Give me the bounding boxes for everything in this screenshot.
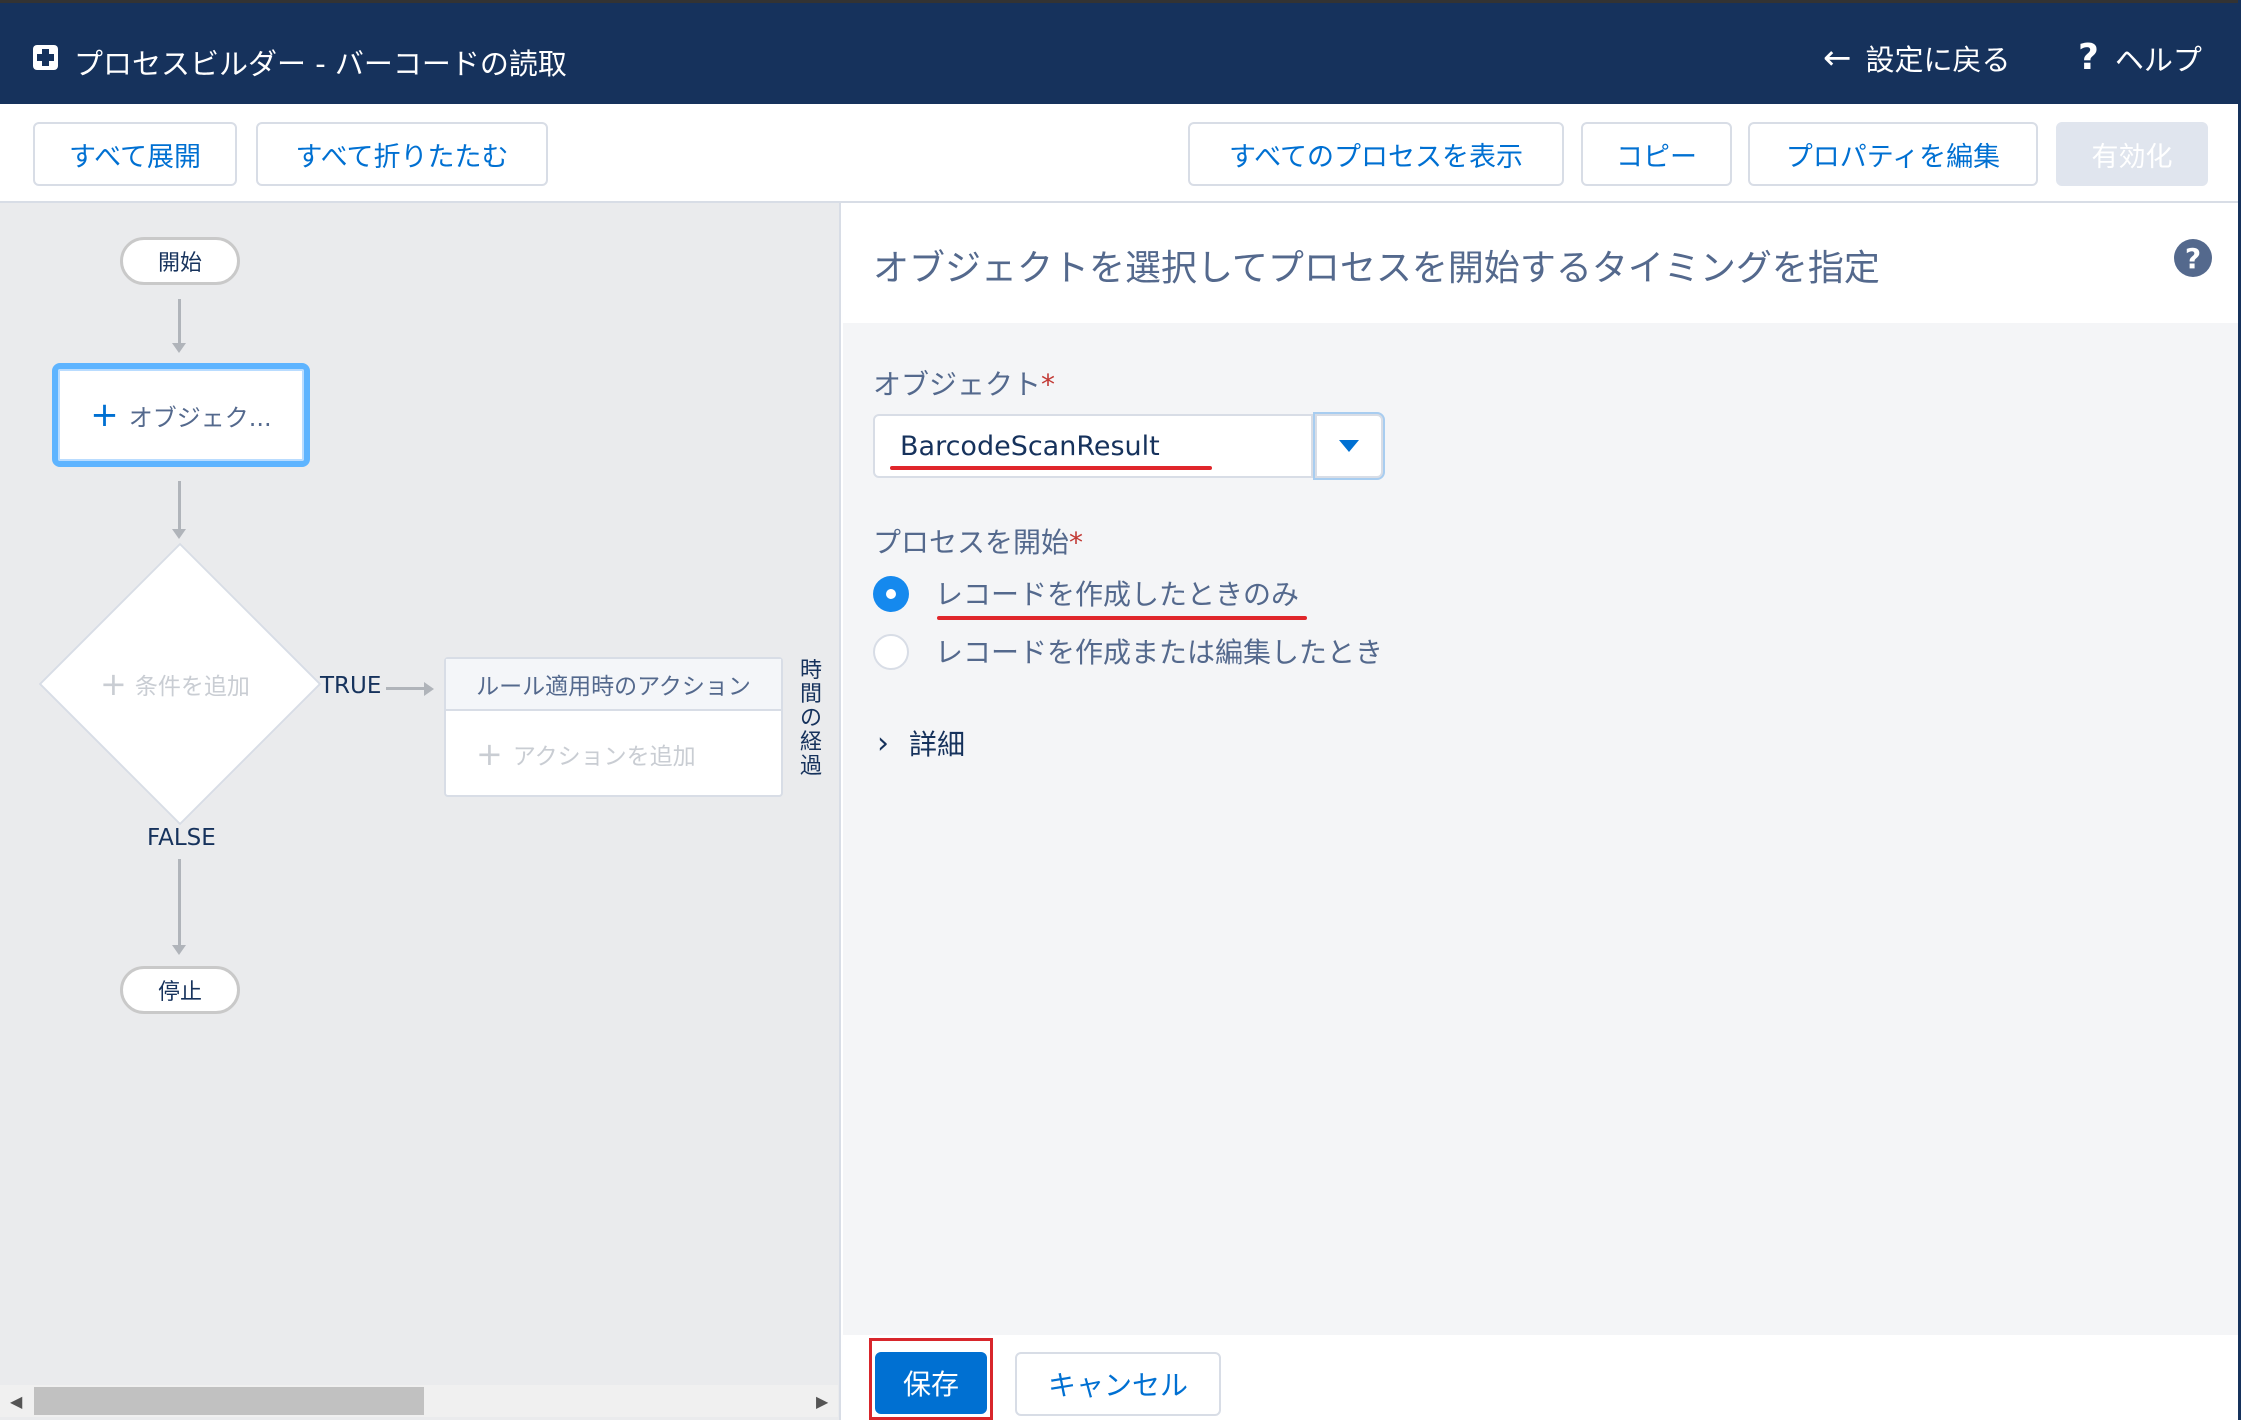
immediate-actions-header: ルール適用時のアクション	[446, 659, 781, 711]
add-action-label: アクションを追加	[512, 744, 696, 770]
toolbar: すべて展開 すべて折りたたむ すべてのプロセスを表示 コピー プロパティを編集 …	[0, 104, 2241, 203]
scrollbar-thumb[interactable]	[34, 1387, 424, 1415]
scheduled-actions-label: 時間の経過	[800, 659, 823, 779]
arrow-down-icon	[172, 945, 186, 955]
add-criteria-label: 条件を追加	[134, 674, 250, 700]
connector-line	[178, 481, 181, 531]
stop-node: 停止	[120, 966, 240, 1014]
plus-icon: +	[100, 665, 127, 703]
chevron-down-icon	[1339, 440, 1359, 452]
app-title: プロセスビルダー - バーコードの読取	[74, 47, 567, 81]
annotation-underline	[937, 616, 1307, 620]
arrow-down-icon	[172, 529, 186, 539]
object-node[interactable]: + オブジェク...	[52, 363, 310, 467]
object-node-label: オブジェク...	[128, 403, 272, 432]
details-label: 詳細	[909, 728, 966, 761]
save-button[interactable]: 保存	[875, 1352, 987, 1414]
immediate-actions-box: ルール適用時のアクション + アクションを追加	[444, 657, 783, 797]
arrow-down-icon	[172, 343, 186, 353]
radio-created-only[interactable]	[873, 576, 909, 612]
plus-icon: +	[476, 735, 503, 773]
view-all-processes-button[interactable]: すべてのプロセスを表示	[1188, 122, 1564, 186]
connector-line	[178, 299, 181, 345]
help-icon[interactable]: ?	[2174, 239, 2212, 277]
chevron-right-icon: ›	[877, 725, 889, 761]
arrow-left-icon: ←	[1823, 38, 1852, 78]
help-link[interactable]: ? ヘルプ	[2078, 37, 2202, 79]
question-mark-icon: ?	[2078, 37, 2099, 78]
collapse-all-button[interactable]: すべて折りたたむ	[256, 122, 548, 186]
scroll-left-icon[interactable]: ◀	[10, 1392, 22, 1411]
edit-properties-button[interactable]: プロパティを編集	[1748, 122, 2038, 186]
connector-line	[386, 687, 426, 690]
back-to-setup-link[interactable]: ← 設定に戻る	[1823, 37, 2011, 79]
arrow-right-icon	[424, 682, 434, 696]
radio-created-only-label[interactable]: レコードを作成したときのみ	[935, 573, 1299, 613]
add-action-button[interactable]: + アクションを追加	[446, 711, 781, 797]
back-to-setup-label: 設定に戻る	[1865, 43, 2011, 77]
help-label: ヘルプ	[2114, 43, 2202, 77]
false-label: FALSE	[147, 825, 216, 851]
start-process-label: プロセスを開始*	[873, 526, 1084, 559]
process-canvas: 開始 + オブジェク... + 条件を追加 TRUE ルール適用時のアクション …	[0, 203, 841, 1420]
required-marker: *	[1041, 368, 1056, 401]
true-label: TRUE	[320, 673, 382, 699]
object-dropdown-button[interactable]	[1315, 414, 1383, 478]
process-builder-icon	[33, 45, 58, 70]
panel-title: オブジェクトを選択してプロセスを開始するタイミングを指定	[873, 248, 1880, 289]
cancel-button[interactable]: キャンセル	[1015, 1352, 1221, 1416]
copy-button[interactable]: コピー	[1581, 122, 1732, 186]
properties-panel: オブジェクトを選択してプロセスを開始するタイミングを指定 ? オブジェクト* B…	[843, 203, 2241, 1420]
scroll-right-icon[interactable]: ▶	[816, 1392, 828, 1411]
required-marker: *	[1069, 526, 1084, 559]
add-criteria-button[interactable]: + 条件を追加	[100, 667, 265, 701]
object-field-label: オブジェクト*	[873, 368, 1056, 401]
connector-line	[178, 859, 181, 947]
plus-icon: +	[90, 395, 119, 435]
start-node: 開始	[120, 237, 240, 285]
radio-created-or-edited[interactable]	[873, 634, 909, 670]
expand-all-button[interactable]: すべて展開	[33, 122, 237, 186]
details-toggle[interactable]: › 詳細	[877, 723, 965, 763]
panel-header: オブジェクトを選択してプロセスを開始するタイミングを指定 ?	[843, 203, 2241, 323]
annotation-underline	[890, 466, 1212, 470]
radio-created-or-edited-label[interactable]: レコードを作成または編集したとき	[935, 631, 1383, 671]
activate-button[interactable]: 有効化	[2056, 122, 2208, 186]
app-header: プロセスビルダー - バーコードの読取 ← 設定に戻る ? ヘルプ	[0, 0, 2241, 104]
